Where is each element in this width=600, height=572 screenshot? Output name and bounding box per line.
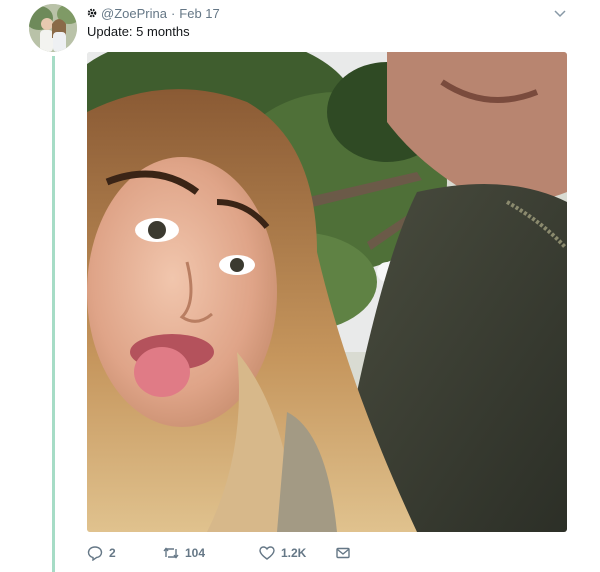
tweet-actions: 2 104 1.2K [87, 543, 351, 563]
retweet-count: 104 [185, 546, 206, 560]
reply-count: 2 [109, 546, 116, 560]
retweet-button[interactable]: 104 [163, 545, 245, 561]
envelope-icon [336, 547, 350, 559]
reply-button[interactable]: 2 [87, 545, 143, 561]
reply-icon [87, 546, 103, 561]
tweet-photo[interactable] [87, 52, 567, 532]
tweet-card: @ZoePrina · Feb 17 Update: 5 months 2 10… [0, 0, 600, 572]
chevron-down-icon[interactable] [552, 5, 568, 21]
retweet-icon [163, 547, 179, 559]
like-button[interactable]: 1.2K [259, 545, 315, 561]
avatar[interactable] [29, 4, 77, 52]
user-handle[interactable]: @ZoePrina [101, 6, 167, 21]
thread-line [52, 56, 55, 572]
gear-icon [87, 8, 97, 18]
tweet-timestamp[interactable]: Feb 17 [179, 6, 219, 21]
header-separator: · [170, 5, 176, 21]
tweet-text: Update: 5 months [87, 24, 190, 39]
direct-message-button[interactable] [335, 545, 351, 561]
tweet-header: @ZoePrina · Feb 17 [87, 5, 220, 21]
like-count: 1.2K [281, 546, 307, 560]
heart-icon [259, 546, 275, 560]
